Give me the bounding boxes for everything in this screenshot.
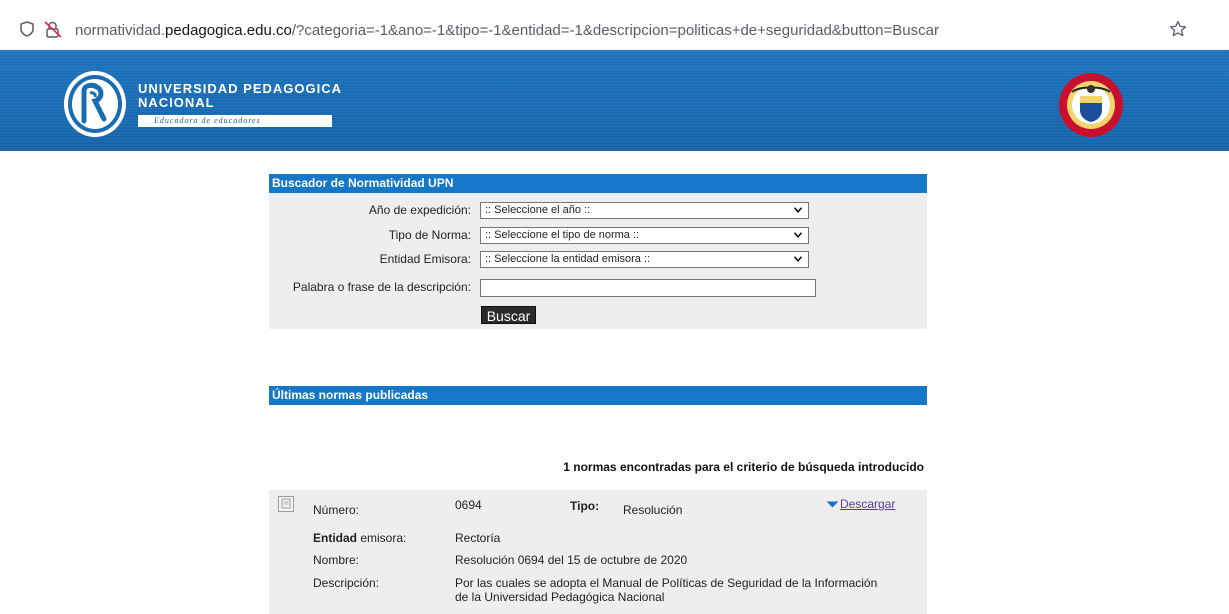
phrase-label: Palabra o frase de la descripción:: [292, 280, 471, 294]
entity-select-value: :: Seleccione la entidad emisora ::: [485, 253, 651, 265]
search-panel: Año de expedición: :: Seleccione el año …: [269, 193, 927, 329]
chevron-down-icon: [794, 207, 802, 213]
university-name-line2: NACIONAL: [138, 95, 215, 110]
latest-norms-title: Últimas normas publicadas: [269, 386, 927, 405]
download-arrow-icon[interactable]: [826, 501, 839, 508]
tipo-label: Tipo:: [570, 499, 599, 513]
colombia-coat-of-arms-icon: [1059, 73, 1123, 137]
entity-label: Entidad Emisora:: [379, 252, 471, 266]
numero-label: Número:: [313, 503, 360, 517]
descripcion-line1: Por las cuales se adopta el Manual de Po…: [455, 576, 878, 590]
year-select-value: :: Seleccione el año ::: [485, 204, 591, 216]
university-motto: Educadora de educadores: [138, 115, 332, 127]
type-row: Tipo de Norma: :: Seleccione el tipo de …: [269, 227, 927, 245]
type-select[interactable]: :: Seleccione el tipo de norma ::: [480, 227, 809, 244]
phrase-input[interactable]: [480, 279, 816, 297]
browser-url-bar[interactable]: normatividad.pedagogica.edu.co/?categori…: [0, 0, 1229, 50]
url-text[interactable]: normatividad.pedagogica.edu.co/?categori…: [75, 22, 939, 39]
nombre-value: Resolución 0694 del 15 de octubre de 202…: [455, 553, 688, 567]
tracking-shield-icon[interactable]: [20, 21, 34, 37]
bookmark-star-icon[interactable]: [1169, 20, 1187, 38]
chevron-down-icon: [794, 232, 802, 238]
document-icon: [278, 496, 294, 512]
entity-select[interactable]: :: Seleccione la entidad emisora ::: [480, 251, 809, 268]
type-select-value: :: Seleccione el tipo de norma ::: [485, 229, 640, 241]
entidad-label-bold: Entidad: [313, 531, 357, 545]
numero-value: 0694: [455, 498, 482, 512]
url-path: /?categoria=-1&ano=-1&tipo=-1&entidad=-1…: [291, 22, 939, 39]
url-prefix: normatividad.: [75, 22, 166, 39]
type-label: Tipo de Norma:: [388, 228, 471, 242]
tipo-value: Resolución: [623, 503, 683, 517]
year-row: Año de expedición: :: Seleccione el año …: [269, 202, 927, 220]
entidad-label: Entidad emisora:: [313, 531, 406, 545]
tipo-label-text: Tipo:: [570, 499, 600, 513]
insecure-lock-icon[interactable]: [44, 21, 62, 38]
download-link[interactable]: Descargar: [840, 497, 895, 511]
url-host: pedagogica.edu.co: [165, 22, 292, 39]
search-button[interactable]: Buscar: [481, 306, 536, 324]
chevron-down-icon: [794, 256, 802, 262]
year-select[interactable]: :: Seleccione el año ::: [480, 202, 809, 219]
search-panel-title: Buscador de Normatividad UPN: [269, 174, 927, 193]
descripcion-label: Descripción:: [313, 576, 380, 590]
descripcion-line2: de la Universidad Pedagógica Nacional: [455, 590, 665, 604]
university-name: UNIVERSIDAD PEDAGOGICA NACIONAL: [138, 82, 342, 110]
phrase-row: Palabra o frase de la descripción:: [269, 279, 927, 297]
nombre-label: Nombre:: [313, 553, 360, 567]
results-count: 1 normas encontradas para el criterio de…: [563, 460, 924, 474]
entidad-label-rest: emisora:: [357, 531, 407, 545]
entity-row: Entidad Emisora: :: Seleccione la entida…: [269, 251, 927, 269]
entidad-value: Rectoría: [455, 531, 501, 545]
year-label: Año de expedición:: [368, 203, 471, 217]
university-logo-icon[interactable]: [62, 69, 128, 139]
university-name-line1: UNIVERSIDAD PEDAGOGICA: [138, 81, 343, 96]
